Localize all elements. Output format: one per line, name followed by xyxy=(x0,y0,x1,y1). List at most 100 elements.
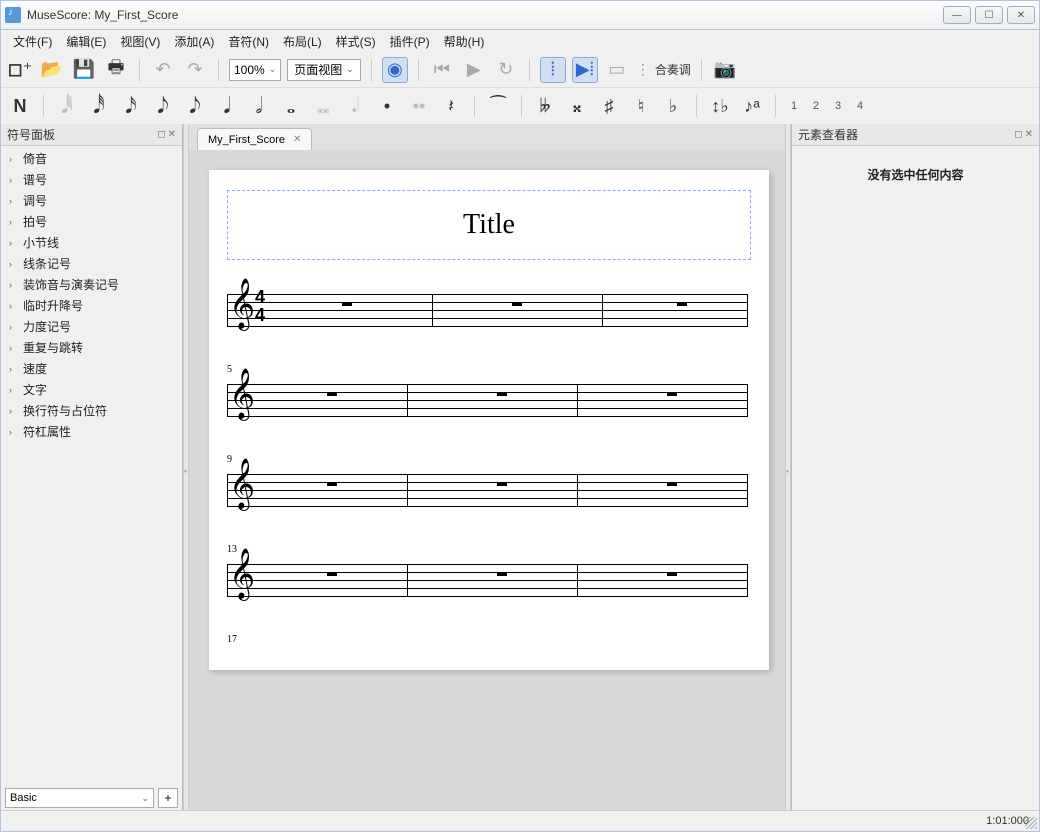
accidental-x-button[interactable]: 𝄪 xyxy=(564,93,590,119)
whole-rest[interactable] xyxy=(327,482,337,486)
workspace-combo[interactable]: Basic⌄ xyxy=(5,788,154,808)
voice-1[interactable]: 1 xyxy=(786,100,802,112)
whole-rest[interactable] xyxy=(497,392,507,396)
palette-item[interactable]: ›速度 xyxy=(1,358,182,379)
staff[interactable]: 𝄞 xyxy=(227,380,747,420)
treble-clef-icon[interactable]: 𝄞 xyxy=(229,462,255,506)
duration-half-button[interactable]: 𝅗𝅥 xyxy=(246,93,272,119)
voice-4[interactable]: 4 xyxy=(852,100,868,112)
redo-button[interactable]: ↷ xyxy=(182,57,208,83)
inspector-float-icon[interactable]: ◻ xyxy=(1014,129,1022,140)
palette-item[interactable]: ›线条记号 xyxy=(1,253,182,274)
palette-item[interactable]: ›倚音 xyxy=(1,148,182,169)
metronome-button[interactable]: ◉ xyxy=(382,57,408,83)
menu-add[interactable]: 添加(A) xyxy=(168,31,220,52)
rest-button[interactable]: 𝄽 xyxy=(438,93,464,119)
palette-item[interactable]: ›临时升降号 xyxy=(1,295,182,316)
zoom-combo[interactable]: 100%⌄ xyxy=(229,59,281,81)
dot-button[interactable]: • xyxy=(374,93,400,119)
menu-plugins[interactable]: 插件(P) xyxy=(384,31,436,52)
duration-longa-button[interactable]: 𝆺𝅥 xyxy=(342,93,368,119)
palette-item[interactable]: ›谱号 xyxy=(1,169,182,190)
staff[interactable]: 𝄞 xyxy=(227,470,747,510)
palette-item[interactable]: ›调号 xyxy=(1,190,182,211)
note-input-button[interactable]: N xyxy=(7,93,33,119)
palette-item[interactable]: ›文字 xyxy=(1,379,182,400)
repeat-end-button[interactable]: ▶⦙ xyxy=(572,57,598,83)
rewind-button[interactable]: ⏮ xyxy=(429,57,455,83)
palette-item[interactable]: ›重复与跳转 xyxy=(1,337,182,358)
inspector-close-icon[interactable]: ✕ xyxy=(1025,129,1033,140)
add-workspace-button[interactable]: + xyxy=(158,788,178,808)
score-canvas[interactable]: Title 𝄞 44 xyxy=(189,150,785,810)
palette-item[interactable]: ›小节线 xyxy=(1,232,182,253)
whole-rest[interactable] xyxy=(327,392,337,396)
treble-clef-icon[interactable]: 𝄞 xyxy=(229,282,255,326)
grace-note-button[interactable]: ♪ᵃ xyxy=(739,93,765,119)
whole-rest[interactable] xyxy=(677,302,687,306)
sharp-button[interactable]: ♯ xyxy=(596,93,622,119)
splitter-right[interactable] xyxy=(785,124,791,810)
palette-item[interactable]: ›符杠属性 xyxy=(1,421,182,442)
whole-rest[interactable] xyxy=(497,482,507,486)
voice-3[interactable]: 3 xyxy=(830,100,846,112)
whole-rest[interactable] xyxy=(327,572,337,576)
palette-item[interactable]: ›拍号 xyxy=(1,211,182,232)
palette-item[interactable]: ›力度记号 xyxy=(1,316,182,337)
minimize-button[interactable]: — xyxy=(943,6,971,24)
duration-8th2-button[interactable]: 𝅘𝅥𝅮 xyxy=(182,93,208,119)
tie-button[interactable]: ⁀ xyxy=(485,93,511,119)
whole-rest[interactable] xyxy=(512,302,522,306)
maximize-button[interactable]: ☐ xyxy=(975,6,1003,24)
flat2-button[interactable]: ♭ xyxy=(660,93,686,119)
resize-grip[interactable] xyxy=(1025,817,1037,829)
duration-breve-button[interactable]: 𝅜 xyxy=(310,93,336,119)
menu-view[interactable]: 视图(V) xyxy=(114,31,166,52)
natural-button[interactable]: ♮ xyxy=(628,93,654,119)
save-button[interactable]: 💾 xyxy=(71,57,97,83)
close-tab-icon[interactable]: ✕ xyxy=(293,134,301,145)
menu-file[interactable]: 文件(F) xyxy=(7,31,58,52)
whole-rest[interactable] xyxy=(667,572,677,576)
double-dot-button[interactable]: •• xyxy=(406,93,432,119)
whole-rest[interactable] xyxy=(342,302,352,306)
metronome2-button[interactable]: ▭ xyxy=(604,57,630,83)
score-title[interactable]: Title xyxy=(463,209,515,241)
menu-help[interactable]: 帮助(H) xyxy=(438,31,491,52)
flat-button[interactable]: 𝄫 xyxy=(532,93,558,119)
time-signature[interactable]: 44 xyxy=(255,288,265,324)
repeat-start-button[interactable]: ⦙ xyxy=(540,57,566,83)
flip-button[interactable]: ↕♭ xyxy=(707,93,733,119)
treble-clef-icon[interactable]: 𝄞 xyxy=(229,372,255,416)
print-button[interactable]: 🖶 xyxy=(103,57,129,83)
staff[interactable]: 𝄞 44 xyxy=(227,290,747,330)
duration-16th-button[interactable]: 𝅘𝅥𝅯 xyxy=(118,93,144,119)
whole-rest[interactable] xyxy=(667,392,677,396)
voice-2[interactable]: 2 xyxy=(808,100,824,112)
whole-rest[interactable] xyxy=(497,572,507,576)
duration-8th-button[interactable]: 𝅘𝅥𝅮 xyxy=(150,93,176,119)
view-mode-combo[interactable]: 页面视图⌄ xyxy=(287,59,361,81)
palette-close-icon[interactable]: ✕ xyxy=(168,129,176,140)
new-score-button[interactable]: ◻⁺ xyxy=(7,57,33,83)
duration-whole-button[interactable]: 𝅝 xyxy=(278,93,304,119)
menu-style[interactable]: 样式(S) xyxy=(330,31,382,52)
undo-button[interactable]: ↶ xyxy=(150,57,176,83)
duration-64th-button[interactable]: 𝅘𝅥𝅱 xyxy=(54,93,80,119)
treble-clef-icon[interactable]: 𝄞 xyxy=(229,552,255,596)
menu-notes[interactable]: 音符(N) xyxy=(222,31,275,52)
loop-button[interactable]: ↻ xyxy=(493,57,519,83)
palette-float-icon[interactable]: ◻ xyxy=(157,129,165,140)
close-button[interactable]: ✕ xyxy=(1007,6,1035,24)
title-frame[interactable]: Title xyxy=(227,190,751,260)
palette-item[interactable]: ›换行符与占位符 xyxy=(1,400,182,421)
staff[interactable]: 𝄞 xyxy=(227,560,747,600)
concert-pitch-button[interactable]: 合奏调 xyxy=(655,57,691,83)
duration-quarter-button[interactable]: 𝅘𝅥 xyxy=(214,93,240,119)
duration-32nd-button[interactable]: 𝅘𝅥𝅰 xyxy=(86,93,112,119)
play-button[interactable]: ▶ xyxy=(461,57,487,83)
score-tab[interactable]: My_First_Score ✕ xyxy=(197,128,312,150)
menu-layout[interactable]: 布局(L) xyxy=(277,31,328,52)
open-button[interactable]: 📂 xyxy=(39,57,65,83)
camera-button[interactable]: 📷 xyxy=(712,57,738,83)
